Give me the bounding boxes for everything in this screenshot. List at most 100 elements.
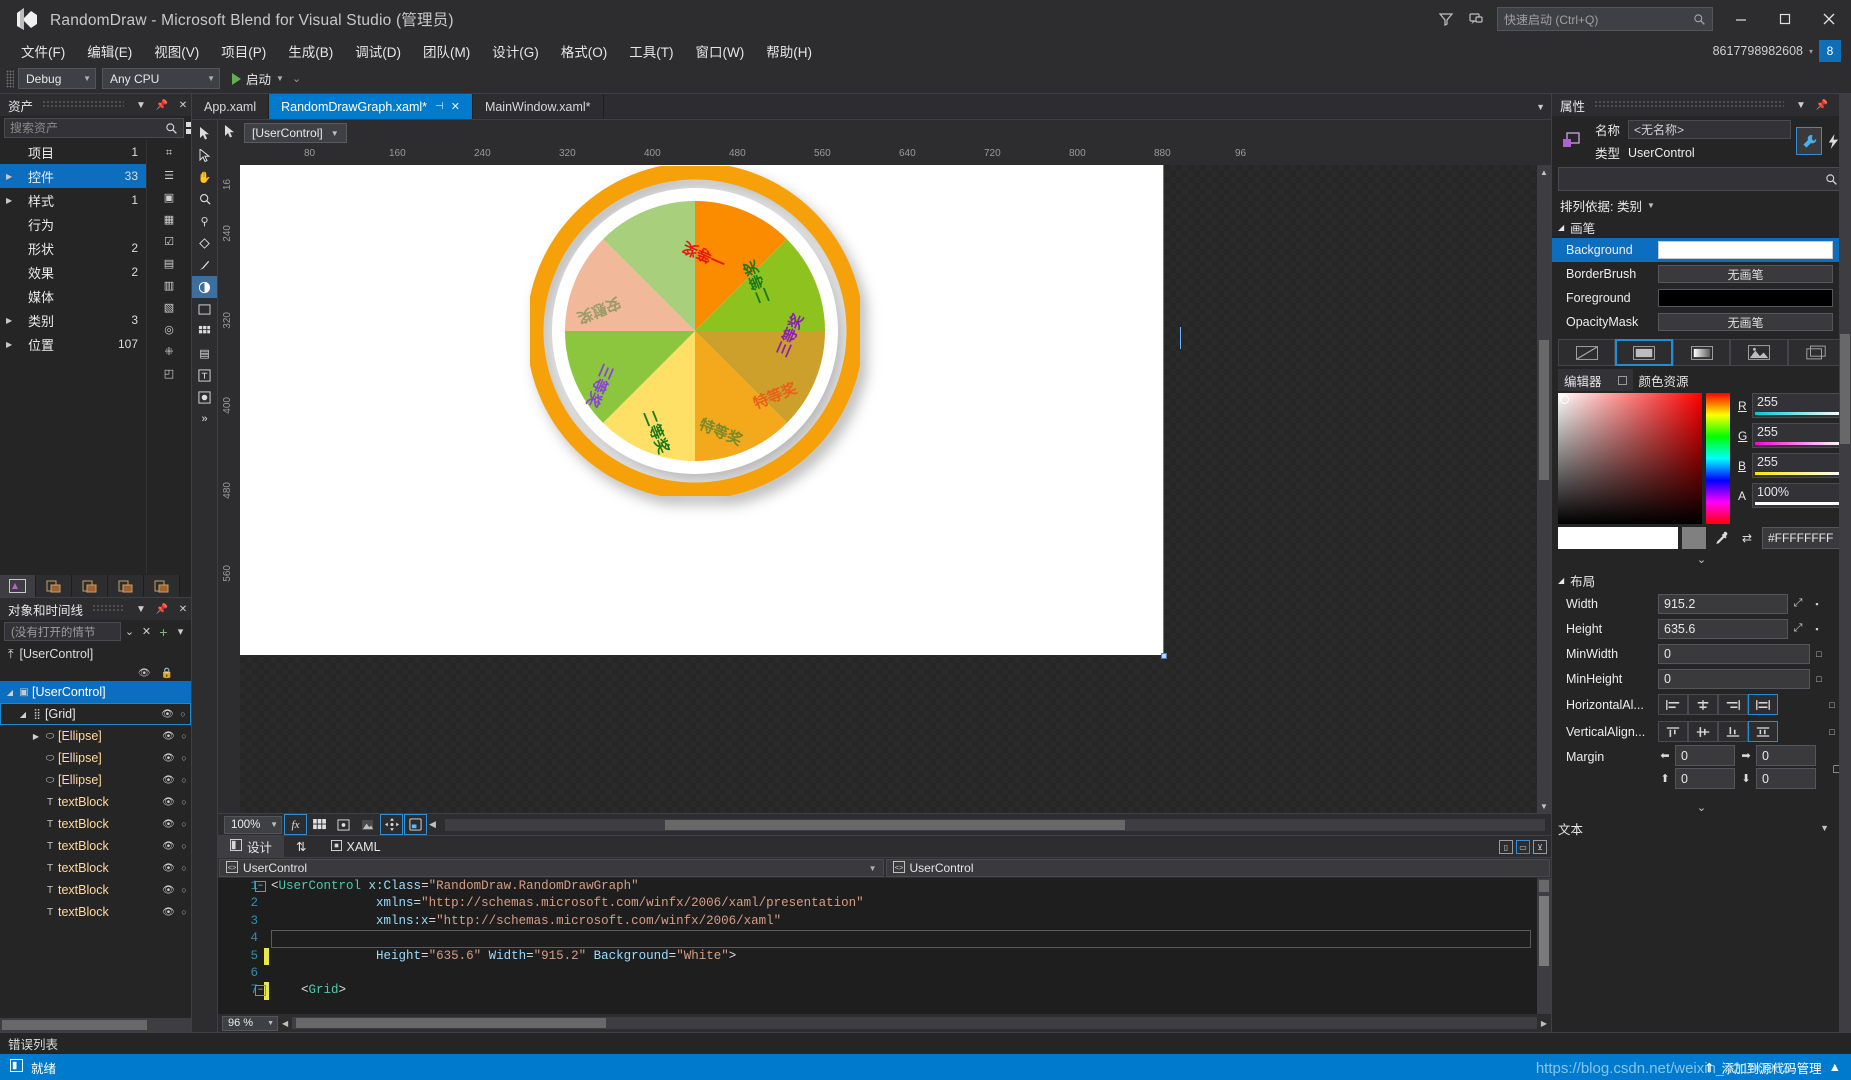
menu-debug[interactable]: 调试(D) <box>344 38 412 64</box>
menu-view[interactable]: 视图(V) <box>143 38 210 64</box>
current-color-swatch[interactable] <box>1558 527 1678 549</box>
scope-breadcrumb[interactable]: ⤒ [UserControl] <box>0 643 191 665</box>
menu-file[interactable]: 文件(F) <box>10 38 76 64</box>
hex-color-input[interactable]: #FFFFFFFF <box>1762 527 1845 549</box>
eye-icon[interactable]: 👁 <box>160 907 177 918</box>
doc-tab-randomdrawgraph-xaml[interactable]: RandomDrawGraph.xaml* ⊣ ✕ <box>269 94 473 119</box>
gradient-brush-icon[interactable] <box>1672 339 1731 366</box>
menu-window[interactable]: 窗口(W) <box>685 38 756 64</box>
artboard-area[interactable]: 一等奖 二等奖 三等奖 特等奖 特等奖 二等奖 三等奖 安慰奖 <box>240 165 1537 813</box>
align-center-icon[interactable] <box>1688 694 1718 715</box>
menu-tools[interactable]: 工具(T) <box>618 38 684 64</box>
expander-icon[interactable]: ▶ <box>6 340 19 349</box>
search-input[interactable] <box>1565 172 1825 186</box>
zoom-tool-icon[interactable] <box>192 188 217 210</box>
selection-tool-icon[interactable] <box>192 122 217 144</box>
paint-bucket-tool-icon[interactable] <box>192 232 217 254</box>
lock-icon[interactable]: ○ <box>177 907 191 917</box>
expander-icon[interactable]: ◢ <box>4 688 16 697</box>
scroll-thumb[interactable] <box>1539 896 1549 966</box>
tree-node-textblock[interactable]: T textBlock 👁 ○ <box>0 901 191 923</box>
collapse-pane-icon[interactable]: ⊻ <box>1533 840 1547 854</box>
valign-top-icon[interactable] <box>1658 721 1688 742</box>
tree-node-usercontrol[interactable]: ◢ ▣ [UserControl] <box>0 681 191 703</box>
layout-section-collapse[interactable]: ⌄ <box>1552 797 1851 817</box>
panel-drag-dots[interactable] <box>42 101 124 109</box>
scope-element-pill[interactable]: [UserControl] ▼ <box>244 123 347 143</box>
name-input[interactable]: <无名称> <box>1628 120 1791 139</box>
chevron-down-icon[interactable]: ▾ <box>1809 47 1813 56</box>
no-brush-icon[interactable] <box>1558 339 1616 366</box>
notification-icon[interactable] <box>1461 0 1491 38</box>
close-icon[interactable]: ✕ <box>175 100 191 111</box>
code-horizontal-scrollbar[interactable] <box>292 1017 1537 1029</box>
panel-menu-icon[interactable]: ▼ <box>133 604 149 615</box>
property-value[interactable]: 无画笔 <box>1658 265 1833 283</box>
expander-icon[interactable]: ▶ <box>6 316 19 325</box>
swap-views-button[interactable]: ⇅ <box>284 836 318 857</box>
sort-by-row[interactable]: 排列依据: 类别 ▼ <box>1552 194 1851 216</box>
search-input[interactable] <box>10 121 165 135</box>
minwidth-input[interactable]: 0 <box>1658 643 1810 664</box>
hue-slider[interactable] <box>1706 393 1730 524</box>
toolbar-overflow-icon[interactable]: ⌄ <box>292 72 301 85</box>
pin-icon[interactable]: 📌 <box>154 604 170 615</box>
annotation-icon[interactable] <box>357 815 378 834</box>
canvas-vertical-scrollbar[interactable]: ▲ ▼ <box>1537 165 1551 813</box>
asset-item-styles[interactable]: ▶ 样式 1 <box>0 188 146 212</box>
advanced-options-icon[interactable]: □ <box>1810 674 1828 684</box>
eyedropper-tool-icon[interactable]: ⚲ <box>192 210 217 232</box>
tab-color-resources[interactable]: 颜色资源 <box>1633 369 1695 391</box>
scroll-thumb[interactable] <box>296 1018 607 1028</box>
properties-search-box[interactable] <box>1558 167 1845 191</box>
source-control-label[interactable]: 添加到源代码管理 <box>1722 1058 1822 1077</box>
eye-icon[interactable]: 👁 <box>160 841 177 852</box>
solid-color-brush-icon[interactable] <box>1615 339 1673 366</box>
coordinate-icon[interactable]: ◰ <box>147 362 191 384</box>
timeline-hscrollbar[interactable] <box>0 1018 191 1032</box>
separator-icon[interactable]: ⁜ <box>147 340 191 362</box>
calendar-icon[interactable]: ▦ <box>147 208 191 230</box>
panel-menu-icon[interactable]: ▼ <box>1793 100 1809 111</box>
lock-icon[interactable]: ○ <box>177 841 191 851</box>
eye-icon[interactable]: 👁 <box>160 819 177 830</box>
arrow-up-icon[interactable]: ⬆ <box>1704 1060 1714 1075</box>
height-input[interactable]: 635.6 <box>1658 618 1788 639</box>
breadcrumb-right[interactable]: <> UserControl <box>885 859 1550 877</box>
property-row-foreground[interactable]: Foreground □ <box>1552 286 1851 310</box>
lock-icon[interactable]: ○ <box>177 731 191 741</box>
tree-node-ellipse[interactable]: ▶ ⬭ [Ellipse] 👁 ○ <box>0 725 191 747</box>
brush-tool-icon[interactable] <box>192 254 217 276</box>
eye-icon[interactable]: 👁 <box>159 709 176 720</box>
start-debug-button[interactable]: 启动 ▼ ⌄ <box>232 69 301 88</box>
datagrid-icon[interactable]: ▥ <box>147 274 191 296</box>
zoombar-collapse-icon[interactable]: ◀ <box>429 819 436 830</box>
panel-drag-dots[interactable] <box>92 605 124 613</box>
lock-icon[interactable]: ○ <box>177 753 191 763</box>
align-left-icon[interactable] <box>1658 694 1688 715</box>
menu-edit[interactable]: 编辑(E) <box>76 38 143 64</box>
align-right-icon[interactable] <box>1718 694 1748 715</box>
gradient-tool-icon[interactable] <box>192 276 217 298</box>
asset-item-controls[interactable]: ▶ 控件 33 <box>0 164 146 188</box>
advanced-options-icon[interactable]: □ <box>1810 649 1828 659</box>
tree-node-grid[interactable]: ◢ ⣿ [Grid] 👁 ○ <box>0 703 191 725</box>
lock-icon[interactable]: ○ <box>177 863 191 873</box>
list-icon[interactable]: ☰ <box>147 164 191 186</box>
grid-snap-icon[interactable] <box>309 815 330 834</box>
selection-handle-bottom-right[interactable] <box>1161 653 1167 659</box>
eye-icon[interactable]: 👁 <box>160 753 177 764</box>
doc-tab-app-xaml[interactable]: App.xaml <box>192 94 270 119</box>
configuration-combo[interactable]: Debug ▼ <box>18 68 96 89</box>
property-row-minwidth[interactable]: MinWidth 0 □ <box>1552 641 1851 666</box>
property-row-horizontal-alignment[interactable]: HorizontalAl... □ <box>1552 691 1851 718</box>
tab-assets[interactable] <box>72 575 108 597</box>
artboard-usercontrol[interactable]: 一等奖 二等奖 三等奖 特等奖 特等奖 二等奖 三等奖 安慰奖 <box>240 165 1167 659</box>
lock-icon[interactable]: ○ <box>177 775 191 785</box>
close-button[interactable] <box>1807 0 1851 38</box>
close-icon[interactable]: ✕ <box>175 604 191 615</box>
expander-icon[interactable]: ▶ <box>30 732 42 741</box>
saturation-value-field[interactable] <box>1558 393 1702 524</box>
zoom-level-combo[interactable]: 100% ▼ <box>224 815 282 834</box>
tree-node-ellipse[interactable]: ⬭ [Ellipse] 👁 ○ <box>0 769 191 791</box>
